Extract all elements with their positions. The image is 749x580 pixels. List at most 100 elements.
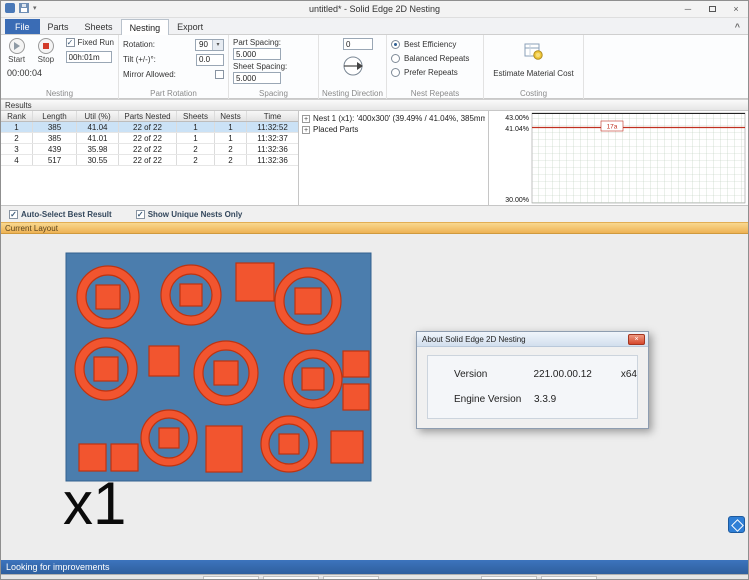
table-row[interactable]: 2 385 41.01 22 of 22 1 1 11:32:37 xyxy=(1,133,298,144)
table-cell: 385 xyxy=(33,122,77,132)
nested-part-square[interactable] xyxy=(149,346,179,376)
group-label-costing: Costing xyxy=(484,89,583,98)
column-header[interactable]: Length xyxy=(33,111,77,121)
results-footer: ✓ Auto-Select Best Result ✓ Show Unique … xyxy=(1,205,748,222)
engine-version-value: 3.3.9 xyxy=(534,394,556,405)
group-label-spacing: Spacing xyxy=(229,89,318,98)
start-button[interactable]: Start xyxy=(5,38,28,64)
table-row[interactable]: 4 517 30.55 22 of 22 2 2 11:32:36 xyxy=(1,155,298,166)
current-layout-title: Current Layout xyxy=(1,222,748,234)
minimize-button[interactable]: ─ xyxy=(676,1,700,18)
table-row[interactable]: 3 439 35.98 22 of 22 2 2 11:32:36 xyxy=(1,144,298,155)
taskbar-button[interactable] xyxy=(263,576,319,580)
nested-part-ring[interactable] xyxy=(261,416,317,472)
table-cell: 22 of 22 xyxy=(119,133,177,143)
run-duration-input[interactable] xyxy=(66,51,112,63)
radio-best-efficiency[interactable]: Best Efficiency xyxy=(391,38,479,50)
table-cell: 30.55 xyxy=(77,155,119,165)
nested-part-square[interactable] xyxy=(111,444,138,471)
tree-item-placed-parts[interactable]: + Placed Parts xyxy=(302,124,485,135)
nested-part-square[interactable] xyxy=(343,384,369,410)
nested-part-square[interactable] xyxy=(331,431,363,463)
tree-item-nest[interactable]: + Nest 1 (x1): '400x300' (39.49% / 41.04… xyxy=(302,113,485,124)
rotation-value: 90 xyxy=(196,40,212,49)
chart-marker-label: 17a xyxy=(607,124,618,131)
about-dialog-title: About Solid Edge 2D Nesting xyxy=(422,335,526,344)
nested-part-ring[interactable] xyxy=(275,268,341,334)
status-text: Looking for improvements xyxy=(6,562,110,572)
radio-prefer-repeats[interactable]: Prefer Repeats xyxy=(391,66,479,78)
nested-part-square[interactable] xyxy=(343,351,369,377)
about-close-button[interactable]: × xyxy=(628,334,645,345)
fixed-run-checkbox[interactable]: ✓ Fixed Run xyxy=(66,38,114,47)
rotation-dropdown[interactable]: 90 ▾ xyxy=(195,39,224,51)
part-spacing-input[interactable] xyxy=(233,48,281,60)
nested-part-rect[interactable] xyxy=(206,426,242,472)
table-cell: 22 of 22 xyxy=(119,155,177,165)
ribbon-group-nest-repeats: Best Efficiency Balanced Repeats Prefer … xyxy=(387,35,484,99)
table-cell: 2 xyxy=(1,133,33,143)
taskbar-button[interactable] xyxy=(323,576,379,580)
save-icon[interactable] xyxy=(19,3,29,13)
direction-angle-input[interactable] xyxy=(343,38,373,50)
table-cell: 35.98 xyxy=(77,144,119,154)
floating-widget-icon[interactable] xyxy=(728,516,745,533)
taskbar-button[interactable] xyxy=(481,576,537,580)
tab-parts[interactable]: Parts xyxy=(40,19,77,34)
taskbar-strip xyxy=(1,574,748,580)
table-cell: 22 of 22 xyxy=(119,122,177,132)
tilt-input[interactable] xyxy=(196,54,224,66)
table-cell: 11:32:36 xyxy=(247,144,298,154)
radio-balanced-repeats[interactable]: Balanced Repeats xyxy=(391,52,479,64)
auto-select-checkbox[interactable]: ✓ Auto-Select Best Result xyxy=(9,210,112,219)
show-unique-checkbox[interactable]: ✓ Show Unique Nests Only xyxy=(136,210,243,219)
estimate-material-cost-button[interactable]: Estimate Material Cost xyxy=(488,38,579,78)
ribbon-group-spacing: Part Spacing: Sheet Spacing: Spacing xyxy=(229,35,319,99)
collapse-ribbon-icon[interactable]: ^ xyxy=(735,22,740,32)
app-icon[interactable] xyxy=(5,3,15,13)
mirror-allowed-label: Mirror Allowed: xyxy=(123,70,176,79)
table-cell: 22 of 22 xyxy=(119,144,177,154)
column-header[interactable]: Time xyxy=(247,111,298,121)
stop-icon xyxy=(38,38,54,54)
table-cell: 4 xyxy=(1,155,33,165)
sheet-count-label: x1 xyxy=(63,474,126,534)
group-label-nesting: Nesting xyxy=(1,89,118,98)
nested-part-square[interactable] xyxy=(236,263,274,301)
column-header[interactable]: Sheets xyxy=(177,111,215,121)
sheet-spacing-input[interactable] xyxy=(233,72,281,84)
tab-nesting[interactable]: Nesting xyxy=(121,19,170,35)
tab-file[interactable]: File xyxy=(5,19,40,34)
qat-dropdown-icon[interactable]: ▾ xyxy=(33,4,37,12)
maximize-button[interactable] xyxy=(700,1,724,18)
nested-part-ring[interactable] xyxy=(75,338,137,400)
column-header[interactable]: Nests xyxy=(215,111,247,121)
column-header[interactable]: Rank xyxy=(1,111,33,121)
tree-expand-icon[interactable]: + xyxy=(302,115,310,123)
taskbar-button[interactable] xyxy=(203,576,259,580)
tree-expand-icon[interactable]: + xyxy=(302,126,310,134)
group-label-part-rotation: Part Rotation xyxy=(119,89,228,98)
tab-export[interactable]: Export xyxy=(169,19,211,34)
nested-part-ring[interactable] xyxy=(161,265,221,325)
mirror-allowed-checkbox[interactable] xyxy=(215,70,224,79)
results-panel: Rank Length Util (%) Parts Nested Sheets… xyxy=(1,111,748,205)
table-row[interactable]: 1 385 41.04 22 of 22 1 1 11:32:52 xyxy=(1,122,298,133)
stop-button[interactable]: Stop xyxy=(34,38,57,64)
about-dialog-titlebar[interactable]: About Solid Edge 2D Nesting × xyxy=(417,332,648,347)
column-header[interactable]: Parts Nested xyxy=(119,111,177,121)
tab-sheets[interactable]: Sheets xyxy=(77,19,121,34)
estimate-material-cost-label: Estimate Material Cost xyxy=(493,69,573,78)
taskbar-button[interactable] xyxy=(541,576,597,580)
nested-part-ring[interactable] xyxy=(141,410,197,466)
title-bar: ▾ untitled* - Solid Edge 2D Nesting ─ × xyxy=(1,1,748,18)
app-window: ▾ untitled* - Solid Edge 2D Nesting ─ × … xyxy=(0,0,749,580)
nested-part-ring[interactable] xyxy=(284,350,342,408)
nested-part-square[interactable] xyxy=(79,444,106,471)
nested-part-ring[interactable] xyxy=(194,341,258,405)
close-button[interactable]: × xyxy=(724,1,748,18)
nesting-direction-icon[interactable] xyxy=(340,53,366,79)
start-icon xyxy=(9,38,25,54)
nested-part-ring[interactable] xyxy=(77,266,139,328)
column-header[interactable]: Util (%) xyxy=(77,111,119,121)
